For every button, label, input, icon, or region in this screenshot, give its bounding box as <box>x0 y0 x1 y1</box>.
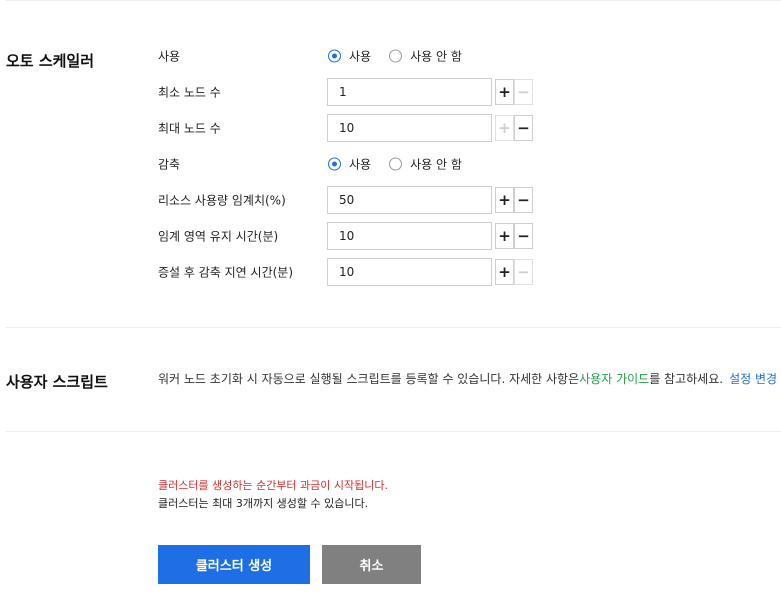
threshold-decrement-button[interactable]: − <box>514 187 533 213</box>
radio-label: 사용 안 함 <box>410 157 462 172</box>
min-nodes-decrement-button[interactable]: − <box>514 79 533 105</box>
threshold-input[interactable]: 50 <box>327 186 492 214</box>
cluster-limit-notice: 클러스터는 최대 3개까지 생성할 수 있습니다. <box>158 497 369 510</box>
min-nodes-row: 최소 노드 수 1 + − <box>158 78 538 106</box>
radio-checked-icon <box>328 49 341 63</box>
max-nodes-decrement-button[interactable]: − <box>514 115 533 141</box>
scale-down-radio-off[interactable]: 사용 안 함 <box>389 156 462 173</box>
autoscaler-use-radio-on[interactable]: 사용 <box>328 48 371 65</box>
radio-unchecked-icon <box>389 157 403 171</box>
autoscaler-use-radio-group: 사용 사용 안 함 <box>328 48 462 65</box>
scale-down-row: 감축 사용 사용 안 함 <box>158 150 538 178</box>
user-script-desc-text: 워커 노드 초기화 시 자동으로 실행될 스크립트를 등록할 수 있습니다. 자… <box>158 372 580 386</box>
user-script-description: 워커 노드 초기화 시 자동으로 실행될 스크립트를 등록할 수 있습니다. 자… <box>158 370 781 387</box>
scale-down-delay-label: 증설 후 감축 지연 시간(분) <box>158 265 294 280</box>
max-nodes-increment-button[interactable]: + <box>495 115 514 141</box>
max-nodes-row: 최대 노드 수 10 + − <box>158 114 538 142</box>
user-guide-link[interactable]: 사용자 가이드 <box>579 370 649 387</box>
autoscaler-title: 오토 스케일러 <box>6 52 95 70</box>
scale-down-delay-row: 증설 후 감축 지연 시간(분) 10 + − <box>158 258 538 286</box>
create-cluster-button[interactable]: 클러스터 생성 <box>158 545 310 584</box>
threshold-row: 리소스 사용량 임계치(%) 50 + − <box>158 186 538 214</box>
threshold-duration-increment-button[interactable]: + <box>495 223 514 249</box>
scale-down-delay-decrement-button[interactable]: − <box>514 259 533 285</box>
radio-unchecked-icon <box>389 49 403 63</box>
autoscaler-use-row: 사용 사용 사용 안 함 <box>158 42 538 70</box>
settings-change-label: 설정 변경 <box>729 372 778 386</box>
min-nodes-increment-button[interactable]: + <box>495 79 514 105</box>
cancel-button[interactable]: 취소 <box>322 545 421 584</box>
max-nodes-input[interactable]: 10 <box>327 114 492 142</box>
threshold-duration-input[interactable]: 10 <box>327 222 492 250</box>
radio-label: 사용 안 함 <box>410 49 462 64</box>
user-script-title: 사용자 스크립트 <box>6 373 108 391</box>
settings-change-link[interactable]: 설정 변경 <box>729 370 781 387</box>
threshold-duration-decrement-button[interactable]: − <box>514 223 533 249</box>
threshold-label: 리소스 사용량 임계치(%) <box>158 193 286 208</box>
radio-label: 사용 <box>349 49 372 64</box>
max-nodes-label: 최대 노드 수 <box>158 121 221 136</box>
autoscaler-use-label: 사용 <box>158 49 181 64</box>
threshold-duration-label: 임계 영역 유지 시간(분) <box>158 229 279 244</box>
scale-down-delay-input[interactable]: 10 <box>327 258 492 286</box>
section-divider <box>6 327 781 328</box>
scale-down-radio-group: 사용 사용 안 함 <box>328 156 462 173</box>
radio-checked-icon <box>328 157 341 171</box>
min-nodes-label: 최소 노드 수 <box>158 85 221 100</box>
radio-label: 사용 <box>349 157 372 172</box>
section-divider <box>6 431 781 432</box>
top-divider <box>6 0 781 1</box>
min-nodes-input[interactable]: 1 <box>327 78 492 106</box>
scale-down-delay-increment-button[interactable]: + <box>495 259 514 285</box>
scale-down-label: 감축 <box>158 157 181 172</box>
autoscaler-use-radio-off[interactable]: 사용 안 함 <box>389 48 462 65</box>
billing-notice: 클러스터를 생성하는 순간부터 과금이 시작됩니다. <box>158 479 389 492</box>
threshold-increment-button[interactable]: + <box>495 187 514 213</box>
scale-down-radio-on[interactable]: 사용 <box>328 156 371 173</box>
user-script-desc-suffix: 를 참고하세요. <box>649 372 724 386</box>
threshold-duration-row: 임계 영역 유지 시간(분) 10 + − <box>158 222 538 250</box>
